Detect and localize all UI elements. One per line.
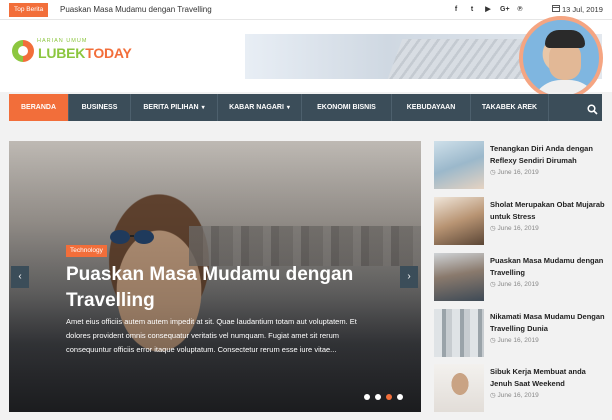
slide-image-sunglasses bbox=[110, 230, 154, 244]
post-date-text: June 16, 2019 bbox=[497, 337, 539, 344]
google-plus-icon[interactable]: G+ bbox=[500, 4, 510, 15]
slider-dot[interactable] bbox=[386, 394, 392, 400]
nav-item-beranda[interactable]: BERANDA bbox=[9, 94, 69, 121]
logo-text-part2: TODAY bbox=[85, 45, 132, 61]
post-thumbnail[interactable] bbox=[434, 253, 484, 301]
avatar-hair bbox=[545, 30, 585, 48]
logo-text: LUBEKTODAY bbox=[38, 45, 132, 61]
post-date: ◷ June 16, 2019 bbox=[490, 169, 539, 176]
post-date: ◷ June 16, 2019 bbox=[490, 225, 539, 232]
post-thumbnail[interactable] bbox=[434, 197, 484, 245]
social-links: f t ▶ G+ ℗ bbox=[452, 4, 524, 15]
main-nav: BERANDA BUSINESS BERITA PILIHAN ▾ KABAR N… bbox=[9, 94, 602, 121]
post-title[interactable]: Sholat Merupakan Obat Mujarab untuk Stre… bbox=[490, 199, 605, 223]
nav-item-berita-pilihan[interactable]: BERITA PILIHAN ▾ bbox=[131, 94, 218, 121]
nav-item-takabek-arek[interactable]: TAKABEK AREK bbox=[471, 94, 549, 121]
logo-tagline: HARIAN UMUM bbox=[37, 38, 88, 44]
slider-prev-button[interactable]: ‹ bbox=[11, 266, 29, 288]
slider-next-button[interactable]: › bbox=[400, 266, 418, 288]
post-date: ◷ June 16, 2019 bbox=[490, 281, 539, 288]
nav-item-label: KEBUDAYAAN bbox=[406, 104, 456, 111]
slider-dot[interactable] bbox=[364, 394, 370, 400]
slider-dot[interactable] bbox=[397, 394, 403, 400]
chevron-left-icon: ‹ bbox=[18, 271, 22, 282]
top-bar: Top Berita Puaskan Masa Mudamu dengan Tr… bbox=[0, 0, 612, 20]
twitter-icon[interactable]: t bbox=[468, 4, 476, 15]
list-item[interactable]: Nikamati Masa Mudamu Dengan Travelling D… bbox=[434, 309, 605, 357]
nav-item-label: KABAR NAGARI bbox=[229, 104, 284, 111]
post-date: ◷ June 16, 2019 bbox=[490, 392, 539, 399]
nav-item-label: BERITA PILIHAN bbox=[143, 104, 199, 111]
list-item[interactable]: Tenangkan Diri Anda dengan Reflexy Sendi… bbox=[434, 141, 604, 189]
nav-item-kebudayaan[interactable]: KEBUDAYAAN bbox=[392, 94, 471, 121]
chevron-down-icon: ▾ bbox=[201, 105, 205, 111]
nav-item-ekonomi-bisnis[interactable]: EKONOMI BISNIS bbox=[302, 94, 392, 121]
list-item[interactable]: Puaskan Masa Mudamu dengan Travelling ◷ … bbox=[434, 253, 604, 301]
youtube-icon[interactable]: ▶ bbox=[484, 4, 492, 15]
post-title[interactable]: Nikamati Masa Mudamu Dengan Travelling D… bbox=[490, 311, 605, 335]
top-news-label: Top Berita bbox=[9, 3, 49, 17]
post-title[interactable]: Puaskan Masa Mudamu dengan Travelling bbox=[490, 255, 605, 279]
nav-item-label: TAKABEK AREK bbox=[481, 104, 538, 111]
slide-title[interactable]: Puaskan Masa Mudamu dengan Travelling bbox=[66, 262, 396, 314]
calendar-icon bbox=[552, 4, 560, 14]
nav-item-kabar-nagari[interactable]: KABAR NAGARI ▾ bbox=[218, 94, 302, 121]
post-thumbnail[interactable] bbox=[434, 364, 484, 412]
post-title[interactable]: Sibuk Kerja Membuat anda Jenuh Saat Week… bbox=[490, 366, 605, 390]
post-date-text: June 16, 2019 bbox=[497, 169, 539, 176]
nav-item-label: BUSINESS bbox=[81, 104, 118, 111]
search-icon[interactable] bbox=[587, 102, 598, 115]
post-thumbnail[interactable] bbox=[434, 141, 484, 189]
pinterest-icon[interactable]: ℗ bbox=[516, 4, 524, 15]
post-thumbnail[interactable] bbox=[434, 309, 484, 357]
post-date-text: June 16, 2019 bbox=[497, 281, 539, 288]
current-date: 13 Jul, 2019 bbox=[562, 5, 603, 14]
list-item[interactable]: Sholat Merupakan Obat Mujarab untuk Stre… bbox=[434, 197, 605, 245]
avatar bbox=[519, 16, 603, 100]
chevron-right-icon: › bbox=[407, 271, 411, 282]
logo-mark-icon bbox=[12, 40, 34, 62]
top-news-headline[interactable]: Puaskan Masa Mudamu dengan Travelling bbox=[60, 4, 212, 15]
post-date: ◷ June 16, 2019 bbox=[490, 337, 539, 344]
post-title[interactable]: Tenangkan Diri Anda dengan Reflexy Sendi… bbox=[490, 143, 605, 167]
post-date-text: June 16, 2019 bbox=[497, 392, 539, 399]
slider-dot[interactable] bbox=[375, 394, 381, 400]
logo-text-part1: LUBEK bbox=[38, 45, 86, 61]
chevron-down-icon: ▾ bbox=[286, 105, 290, 111]
facebook-icon[interactable]: f bbox=[452, 4, 460, 15]
slider-dots bbox=[364, 394, 403, 400]
list-item[interactable]: Sibuk Kerja Membuat anda Jenuh Saat Week… bbox=[434, 364, 604, 412]
nav-item-label: EKONOMI BISNIS bbox=[317, 104, 376, 111]
post-date-text: June 16, 2019 bbox=[497, 225, 539, 232]
site-logo[interactable]: HARIAN UMUM LUBEKTODAY bbox=[12, 38, 162, 66]
nav-item-label: BERANDA bbox=[21, 104, 56, 111]
slide-excerpt: Amet eius officiis autem autem impedit a… bbox=[66, 317, 357, 354]
nav-item-business[interactable]: BUSINESS bbox=[69, 94, 131, 121]
slide-category-badge[interactable]: Technology bbox=[66, 245, 107, 257]
